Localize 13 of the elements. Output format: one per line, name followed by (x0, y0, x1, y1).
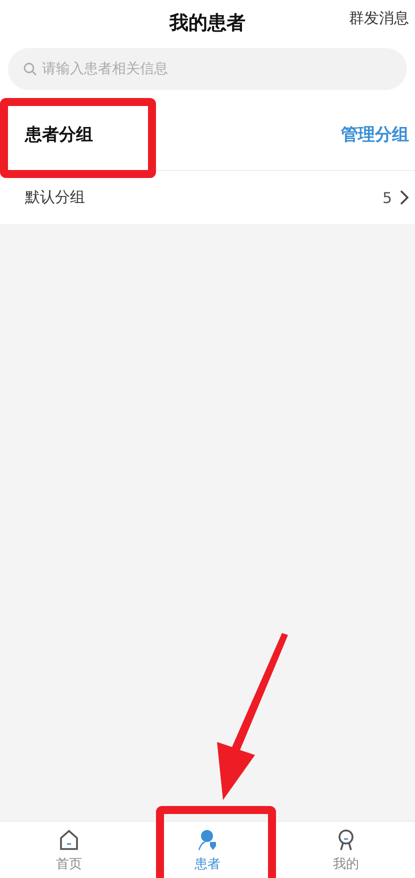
manage-groups-button[interactable]: 管理分组 (341, 122, 409, 146)
group-count: 5 (382, 188, 392, 206)
group-name: 默认分组 (25, 188, 86, 207)
section-title: 患者分组 (25, 124, 93, 146)
search-icon (23, 62, 37, 76)
broadcast-button[interactable]: 群发消息 (349, 9, 409, 28)
chevron-icon (400, 190, 409, 205)
tab[interactable]: 患者 (138, 822, 277, 878)
tab[interactable]: 我的 (276, 822, 415, 878)
search-field[interactable]: 请输入患者相关信息 (8, 48, 407, 90)
tab[interactable]: 首页 (0, 822, 138, 878)
group-row[interactable]: 默认分组 5 (0, 171, 415, 224)
page-title: 我的患者 (170, 11, 246, 36)
